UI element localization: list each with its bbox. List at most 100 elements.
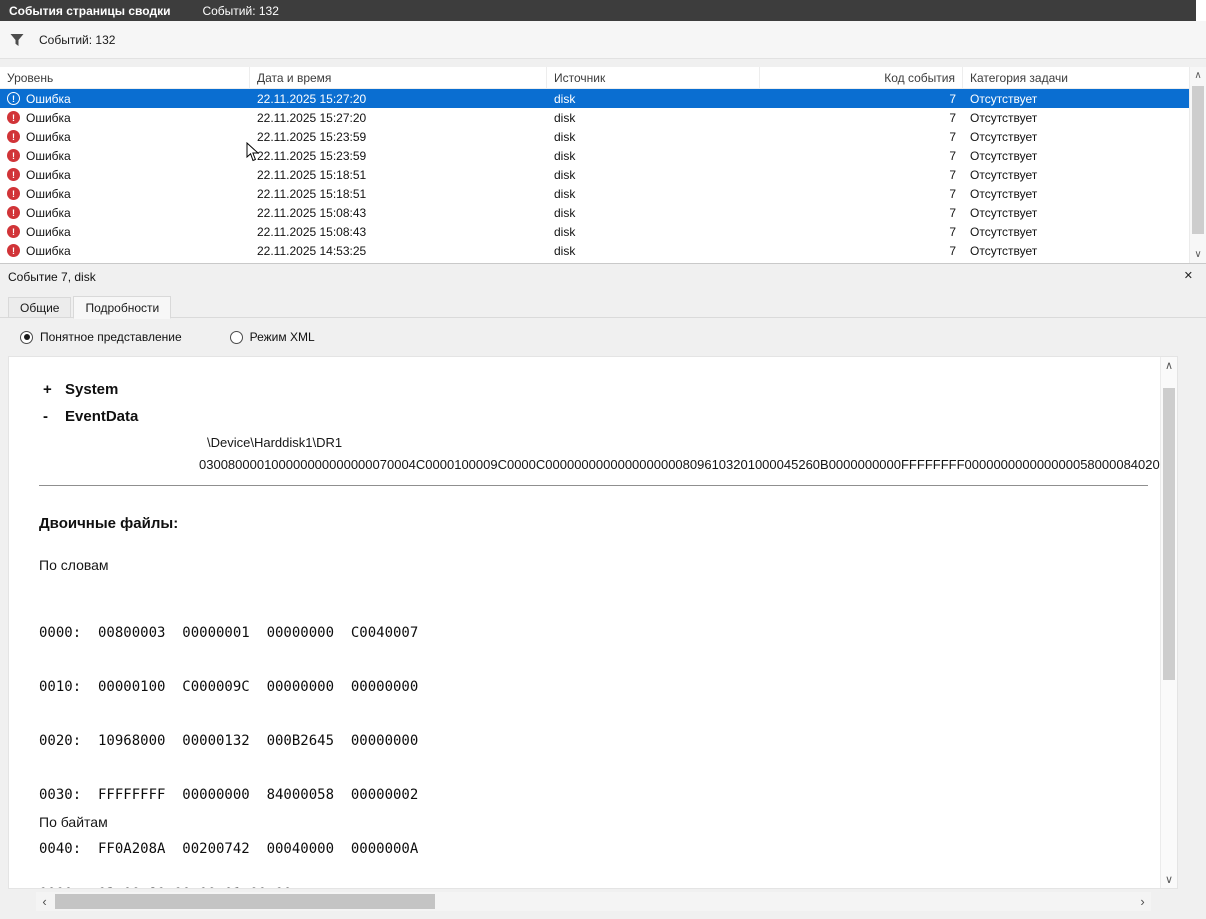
details-pane-title: Событие 7, disk xyxy=(8,269,96,284)
summary-bar: Событий: 132 xyxy=(0,21,1206,59)
word-dump-line: 0000: 00800003 00000001 00000000 C004000… xyxy=(39,625,419,641)
error-icon: ! xyxy=(7,187,20,200)
event-list-scrollbar[interactable]: ∧ ∨ xyxy=(1189,67,1206,263)
details-content: + System - EventData \Device\Harddisk1\D… xyxy=(8,356,1178,889)
tab-details[interactable]: Подробности xyxy=(73,296,172,319)
scrollbar-thumb[interactable] xyxy=(1192,86,1204,234)
radio-friendly-label: Понятное представление xyxy=(40,330,182,344)
event-source: disk xyxy=(554,186,576,201)
radio-xml-label: Режим XML xyxy=(249,330,315,344)
details-tabs: Общие Подробности xyxy=(8,296,173,319)
event-list-body: ! Ошибка 22.11.2025 15:27:20 disk 7 Отсут… xyxy=(0,89,1206,263)
column-header-level[interactable]: Уровень xyxy=(0,67,250,88)
event-category: Отсутствует xyxy=(970,129,1038,144)
event-row[interactable]: ! Ошибка 22.11.2025 15:23:59 disk 7 Отсут… xyxy=(0,127,1206,146)
window-title: События страницы сводки xyxy=(9,3,171,18)
radio-xml-view[interactable]: Режим XML xyxy=(229,330,315,344)
tab-general[interactable]: Общие xyxy=(8,297,72,318)
event-datetime: 22.11.2025 15:23:59 xyxy=(257,129,367,144)
event-datetime: 22.11.2025 14:53:25 xyxy=(257,243,367,258)
event-category: Отсутствует xyxy=(970,205,1038,220)
event-source: disk xyxy=(554,148,576,163)
error-icon: ! xyxy=(7,225,20,238)
details-content-inner: + System - EventData \Device\Harddisk1\D… xyxy=(9,357,1160,888)
event-category: Отсутствует xyxy=(970,148,1038,163)
column-header-task-category[interactable]: Категория задачи xyxy=(963,67,1206,88)
event-datetime: 22.11.2025 15:18:51 xyxy=(257,186,367,201)
word-dump-line: 0010: 00000100 C000009C 00000000 0000000… xyxy=(39,679,419,695)
event-row-selected[interactable]: ! Ошибка 22.11.2025 15:27:20 disk 7 Отсут… xyxy=(0,89,1206,108)
word-dump-line: 0030: FFFFFFFF 00000000 84000058 0000000… xyxy=(39,787,419,803)
event-code: 7 xyxy=(949,243,956,258)
titlebar-event-count: Событий: 132 xyxy=(202,3,279,18)
event-source: disk xyxy=(554,224,576,239)
collapse-icon[interactable]: - xyxy=(43,408,65,425)
in-bytes-label: По байтам xyxy=(39,814,108,830)
event-level: Ошибка xyxy=(26,110,71,125)
tree-node-eventdata[interactable]: - EventData xyxy=(43,408,138,425)
event-source: disk xyxy=(554,205,576,220)
event-viewer-window: События страницы сводки Событий: 132 Соб… xyxy=(0,0,1206,919)
tree-node-system[interactable]: + System xyxy=(43,381,118,398)
event-level: Ошибка xyxy=(26,205,71,220)
summary-event-count: Событий: 132 xyxy=(39,32,116,47)
scrollbar-thumb[interactable] xyxy=(55,894,435,909)
scroll-left-icon[interactable]: ‹ xyxy=(36,892,53,911)
event-source: disk xyxy=(554,167,576,182)
scroll-right-icon[interactable]: › xyxy=(1134,892,1151,911)
event-source: disk xyxy=(554,91,576,106)
horizontal-scrollbar[interactable]: ‹ › xyxy=(36,892,1151,911)
scrollbar-thumb[interactable] xyxy=(1163,388,1175,680)
event-row[interactable]: ! Ошибка 22.11.2025 15:23:59 disk 7 Отсут… xyxy=(0,146,1206,165)
event-row[interactable]: ! Ошибка 22.11.2025 14:53:25 disk 7 Отсут… xyxy=(0,241,1206,260)
event-row[interactable]: ! Ошибка 22.11.2025 15:08:43 disk 7 Отсут… xyxy=(0,203,1206,222)
scroll-up-icon[interactable]: ∧ xyxy=(1161,357,1177,374)
tree-node-system-label: System xyxy=(65,381,119,398)
event-list: Уровень Дата и время Источник Код событи… xyxy=(0,67,1206,263)
event-level: Ошибка xyxy=(26,167,71,182)
radio-friendly-view[interactable]: Понятное представление xyxy=(20,330,182,344)
event-list-header: Уровень Дата и время Источник Код событи… xyxy=(0,67,1206,89)
event-datetime: 22.11.2025 15:27:20 xyxy=(257,110,367,125)
column-header-event-code[interactable]: Код события xyxy=(760,67,963,88)
tab-strip-divider xyxy=(0,317,1206,318)
event-category: Отсутствует xyxy=(970,167,1038,182)
column-header-source[interactable]: Источник xyxy=(547,67,760,88)
scroll-down-icon[interactable]: ∨ xyxy=(1190,246,1206,263)
close-icon[interactable]: ✕ xyxy=(1184,269,1193,282)
event-level: Ошибка xyxy=(26,129,71,144)
event-level: Ошибка xyxy=(26,91,71,106)
error-icon: ! xyxy=(7,206,20,219)
event-code: 7 xyxy=(949,129,956,144)
error-icon: ! xyxy=(7,168,20,181)
event-row[interactable]: ! Ошибка 22.11.2025 15:18:51 disk 7 Отсут… xyxy=(0,165,1206,184)
event-category: Отсутствует xyxy=(970,224,1038,239)
event-level: Ошибка xyxy=(26,148,71,163)
binary-hex-blob: 030080000100000000000000070004C000010000… xyxy=(199,457,1160,472)
scroll-up-icon[interactable]: ∧ xyxy=(1190,67,1206,84)
event-datetime: 22.11.2025 15:18:51 xyxy=(257,167,367,182)
device-path: \Device\Harddisk1\DR1 xyxy=(207,435,343,450)
error-icon: ! xyxy=(7,149,20,162)
radio-selected-icon xyxy=(20,330,33,344)
event-code: 7 xyxy=(949,148,956,163)
event-code: 7 xyxy=(949,110,956,125)
expand-icon[interactable]: + xyxy=(43,381,65,398)
event-row[interactable]: ! Ошибка 22.11.2025 15:08:43 disk 7 Отсут… xyxy=(0,222,1206,241)
view-mode-options: Понятное представление Режим XML xyxy=(20,330,315,344)
event-row[interactable]: ! Ошибка 22.11.2025 15:18:51 disk 7 Отсут… xyxy=(0,184,1206,203)
event-code: 7 xyxy=(949,205,956,220)
column-header-datetime[interactable]: Дата и время xyxy=(250,67,547,88)
event-category: Отсутствует xyxy=(970,243,1038,258)
radio-unselected-icon xyxy=(229,330,243,344)
in-words-label: По словам xyxy=(39,557,109,573)
scroll-down-icon[interactable]: ∨ xyxy=(1161,871,1177,888)
binary-files-heading: Двоичные файлы: xyxy=(39,515,179,532)
event-category: Отсутствует xyxy=(970,110,1038,125)
event-category: Отсутствует xyxy=(970,91,1038,106)
event-code: 7 xyxy=(949,167,956,182)
byte-dump: 0000: 03 00 80 00 00 01 00 00 ........ 0… xyxy=(39,849,410,888)
event-row[interactable]: ! Ошибка 22.11.2025 15:27:20 disk 7 Отсут… xyxy=(0,108,1206,127)
details-scrollbar[interactable]: ∧ ∨ xyxy=(1160,357,1177,888)
details-pane-header: Событие 7, disk ✕ xyxy=(0,263,1206,289)
